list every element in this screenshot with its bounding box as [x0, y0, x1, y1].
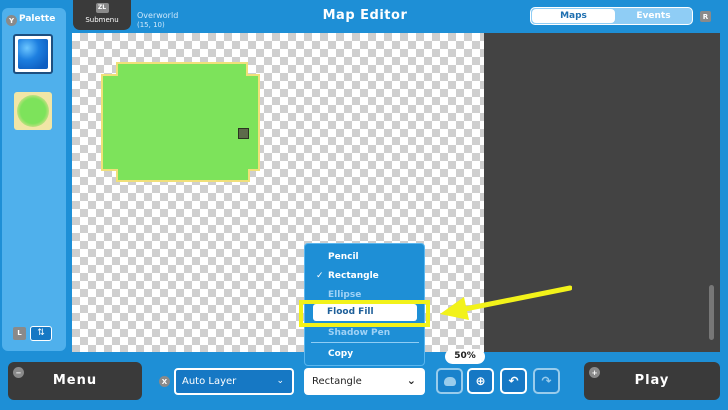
water-tile-icon — [18, 39, 48, 69]
chevron-down-icon: ⌄ — [406, 374, 416, 387]
menu-item-pencil[interactable]: Pencil — [305, 248, 425, 266]
undo-icon: ↶ — [508, 374, 519, 388]
zoom-in-icon: ⊕ — [475, 374, 486, 388]
menu-item-rectangle[interactable]: ✓ Rectangle — [305, 267, 425, 285]
palette-panel: Y Palette L ⇅ — [2, 8, 66, 351]
tab-maps[interactable]: Maps — [532, 9, 615, 23]
pointer-arrow-icon — [440, 285, 572, 320]
undo-button[interactable]: ↶ — [500, 368, 527, 394]
play-button[interactable]: + Play — [584, 362, 720, 400]
tab-maps-label: Maps — [560, 11, 587, 21]
event-marker-icon[interactable] — [238, 128, 249, 139]
palette-tile-water[interactable] — [13, 34, 53, 74]
map-scrollbar[interactable] — [709, 285, 714, 340]
tool-select[interactable]: Rectangle ⌄ — [304, 368, 425, 395]
tool-select-value: Rectangle — [312, 376, 362, 387]
view-tabs: Maps Events — [530, 7, 693, 25]
palette-tile-grass[interactable] — [14, 92, 52, 130]
tab-events-label: Events — [636, 11, 671, 21]
x-button-badge: X — [159, 376, 170, 387]
menu-divider — [311, 342, 419, 343]
palette-title: Palette — [19, 14, 56, 24]
menu-button[interactable]: − Menu — [8, 362, 142, 400]
l-button-badge: L — [13, 327, 26, 340]
plus-button-badge: + — [589, 367, 600, 378]
map-coordinates: (15, 10) — [137, 21, 165, 29]
swap-arrows-icon: ⇅ — [30, 326, 52, 341]
menu-item-copy[interactable]: Copy — [305, 345, 425, 363]
y-button-badge: Y — [6, 15, 17, 26]
menu-button-label: Menu — [52, 373, 98, 388]
grass-island — [101, 62, 260, 182]
tab-events[interactable]: Events — [615, 9, 692, 23]
r-button-badge: R — [700, 11, 711, 22]
page-title: Map Editor — [322, 8, 408, 23]
zoom-in-button[interactable]: ⊕ — [467, 368, 494, 394]
layer-select-value: Auto Layer — [182, 376, 237, 387]
zoom-out-button[interactable] — [436, 368, 463, 394]
grass-tile-icon — [17, 95, 49, 127]
checkmark-icon: ✓ — [316, 271, 324, 281]
minus-button-badge: − — [13, 367, 24, 378]
redo-button[interactable]: ↷ — [533, 368, 560, 394]
zl-button-badge: ZL — [95, 3, 109, 13]
play-button-label: Play — [634, 373, 670, 388]
map-name: Overworld — [137, 11, 179, 20]
palette-cycle-button[interactable]: L ⇅ — [13, 326, 53, 341]
submenu-label: Submenu — [85, 16, 119, 24]
layer-select[interactable]: Auto Layer ⌄ — [174, 368, 294, 395]
zoom-badge: 50% — [445, 349, 485, 364]
highlight-box — [299, 300, 430, 327]
redo-icon: ↷ — [541, 374, 552, 388]
submenu-button[interactable]: ZL Submenu — [73, 0, 131, 30]
chevron-down-icon: ⌄ — [276, 376, 284, 386]
zoom-out-icon — [443, 376, 456, 386]
